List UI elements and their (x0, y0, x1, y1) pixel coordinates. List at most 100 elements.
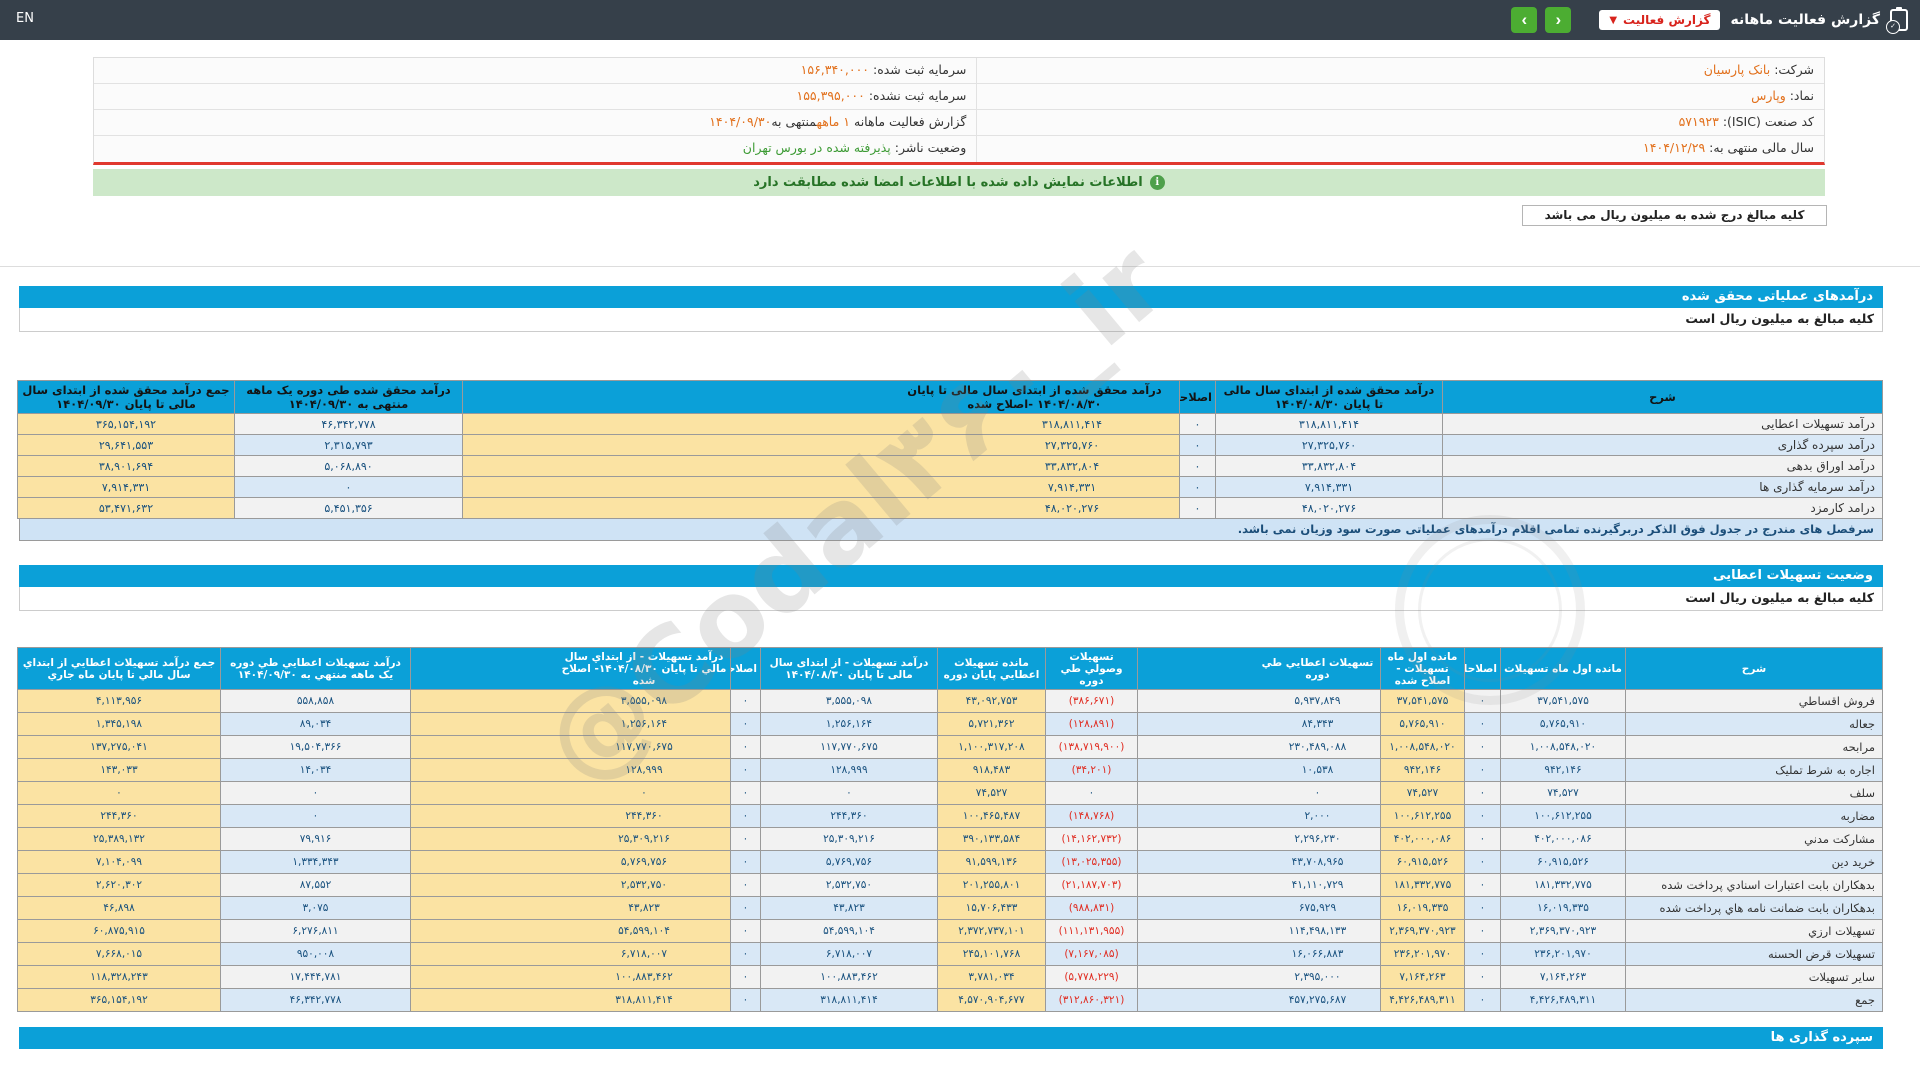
value-cell: ۱۲۸,۹۹۹ (411, 759, 731, 782)
value-cell: ۳۱۸,۸۱۱,۴۱۴ (463, 414, 1180, 435)
table-row: سایر تسهیلات۷,۱۶۴,۲۶۳۰۷,۱۶۴,۲۶۳۲,۳۹۵,۰۰۰… (18, 966, 1883, 989)
value-cell: ۰ (731, 782, 761, 805)
info-value: بانک پارسیان (1704, 62, 1771, 77)
prev-report-button[interactable]: ‹ (1545, 7, 1571, 33)
value-cell: ۲۳۰,۴۸۹,۰۸۸ (1138, 736, 1381, 759)
company-info-cell: سرمایه ثبت نشده: ۱۵۵,۳۹۵,۰۰۰ (94, 84, 976, 109)
column-header: درآمد تسهیلات - از ابتدای سال مالی تا پا… (761, 648, 938, 690)
value-cell: ۱۵,۷۰۶,۴۳۳ (938, 897, 1046, 920)
value-cell: ۵۳,۴۷۱,۶۳۲ (18, 498, 235, 519)
row-label: جعاله (1626, 713, 1883, 736)
value-cell: ۰ (731, 966, 761, 989)
value-cell: ۲,۳۶۹,۳۷۰,۹۲۳ (1381, 920, 1465, 943)
value-cell: ۷,۱۶۴,۲۶۳ (1381, 966, 1465, 989)
company-info-cell: سال مالی منتهی به: ۱۴۰۴/۱۲/۲۹ (976, 136, 1824, 162)
row-label: بدهکاران بابت اعتبارات اسنادي پرداخت شده (1626, 874, 1883, 897)
column-header: اصلاحات (1180, 381, 1216, 414)
value-cell: ۱۰۰,۴۶۵,۴۸۷ (938, 805, 1046, 828)
row-label: اجاره به شرط تملیک (1626, 759, 1883, 782)
value-cell: ۷۹,۹۱۶ (221, 828, 411, 851)
income-table: شرحدرآمد محقق شده از ابتدای سال مالی تا … (17, 380, 1883, 519)
row-label: بدهکاران بابت ضمانت نامه هاي پرداخت شده (1626, 897, 1883, 920)
language-toggle[interactable]: EN (16, 11, 34, 26)
value-cell: ۱۰۰,۸۸۳,۴۶۲ (411, 966, 731, 989)
row-label: سایر تسهیلات (1626, 966, 1883, 989)
value-cell: ۲,۵۳۲,۷۵۰ (761, 874, 938, 897)
value-cell: ۴۳,۸۲۳ (761, 897, 938, 920)
value-cell: ۱۷,۴۴۴,۷۸۱ (221, 966, 411, 989)
table-row: جمع۴,۴۲۶,۴۸۹,۳۱۱۰۴,۴۲۶,۴۸۹,۳۱۱۴۵۷,۲۷۵,۶۸… (18, 989, 1883, 1012)
info-icon: i (1150, 175, 1165, 190)
value-cell: ۰ (1465, 966, 1501, 989)
value-cell: ۴,۵۷۰,۹۰۴,۶۷۷ (938, 989, 1046, 1012)
value-cell: ۳۱۸,۸۱۱,۴۱۴ (761, 989, 938, 1012)
table-row: مضاربه۱۰۰,۶۱۲,۲۵۵۰۱۰۰,۶۱۲,۲۵۵۲,۰۰۰(۱۴۸,۷… (18, 805, 1883, 828)
value-cell: ۳,۵۵۵,۰۹۸ (411, 690, 731, 713)
section-header-income: درآمدهای عملیاتی محقق شده (19, 286, 1883, 308)
row-label: مضاربه (1626, 805, 1883, 828)
section-header-loans: وضعیت تسهیلات اعطایی (19, 565, 1883, 587)
value-cell: ۷۴,۵۲۷ (1381, 782, 1465, 805)
column-header: درآمد تسهیلات - از ابتداي سال مالي تا پا… (411, 648, 731, 690)
column-header: درآمد محقق شده از ابتدای سال مالی تا پای… (1216, 381, 1443, 414)
value-cell: ۲,۵۳۲,۷۵۰ (411, 874, 731, 897)
unit-note-box: کلیه مبالغ درج شده به میلیون ریال می باش… (1522, 205, 1827, 226)
value-cell: ۶,۲۷۶,۸۱۱ (221, 920, 411, 943)
value-cell: ۰ (1465, 897, 1501, 920)
info-label: سال مالی منتهی به: (1705, 140, 1814, 155)
value-cell: ۲۵,۳۰۹,۲۱۶ (761, 828, 938, 851)
value-cell: ۷,۹۱۴,۳۳۱ (463, 477, 1180, 498)
table-row: جعاله۵,۷۶۵,۹۱۰۰۵,۷۶۵,۹۱۰۸۴,۳۴۳(۱۲۸,۸۹۱)۵… (18, 713, 1883, 736)
next-report-button[interactable]: › (1511, 7, 1537, 33)
value-cell: ۱,۰۰۸,۵۴۸,۰۲۰ (1501, 736, 1626, 759)
value-cell: ۰ (731, 759, 761, 782)
column-header: مانده اول ماه تسهیلات (1501, 648, 1626, 690)
info-label: گزارش فعالیت ماهانه (850, 114, 966, 129)
value-cell: ۱,۰۰۸,۵۴۸,۰۲۰ (1381, 736, 1465, 759)
value-cell: ۰ (731, 851, 761, 874)
company-info-row: نماد: وپارسسرمایه ثبت نشده: ۱۵۵,۳۹۵,۰۰۰ (94, 84, 1824, 110)
value-cell: ۲,۲۹۶,۲۳۰ (1138, 828, 1381, 851)
value-cell: ۰ (221, 782, 411, 805)
table-row: سلف۷۴,۵۲۷۰۷۴,۵۲۷۰۰۷۴,۵۲۷۰۰۰۰۰ (18, 782, 1883, 805)
value-cell: ۵۴,۵۹۹,۱۰۴ (411, 920, 731, 943)
row-label: درآمد اوراق بدهی (1443, 456, 1883, 477)
value-cell: ۰ (731, 989, 761, 1012)
value-cell: ۰ (731, 920, 761, 943)
row-label: خرید دین (1626, 851, 1883, 874)
table-row: اجاره به شرط تملیک۹۴۲,۱۴۶۰۹۴۲,۱۴۶۱۰,۵۳۸(… (18, 759, 1883, 782)
value-cell: ۷,۱۰۴,۰۹۹ (18, 851, 221, 874)
chevron-down-icon: ▼ (1609, 15, 1617, 26)
value-cell: ۹۴۲,۱۴۶ (1381, 759, 1465, 782)
value-cell: ۰ (1465, 989, 1501, 1012)
value-cell: (۱۴,۱۶۲,۷۳۲) (1046, 828, 1138, 851)
row-label: فروش اقساطي (1626, 690, 1883, 713)
value-cell: ۲,۳۱۵,۷۹۳ (235, 435, 463, 456)
column-header: شرح (1443, 381, 1883, 414)
value-cell: ۳۹۰,۱۳۳,۵۸۴ (938, 828, 1046, 851)
company-info-row: کد صنعت (ISIC): ۵۷۱۹۲۳گزارش فعالیت ماهان… (94, 110, 1824, 136)
value-cell: ۰ (1180, 456, 1216, 477)
value-cell: ۵,۹۳۷,۸۴۹ (1138, 690, 1381, 713)
value-cell: ۴۶,۳۴۲,۷۷۸ (221, 989, 411, 1012)
info-value: وپارس (1751, 88, 1786, 103)
report-type-dropdown[interactable]: گزارش فعالیت ▼ (1599, 10, 1720, 30)
row-label: سلف (1626, 782, 1883, 805)
value-cell: ۲,۳۷۲,۷۳۷,۱۰۱ (938, 920, 1046, 943)
company-info-cell: وضعیت ناشر: پذیرفته شده در بورس تهران (94, 136, 976, 162)
value-cell: ۵,۴۵۱,۳۵۶ (235, 498, 463, 519)
report-type-dropdown-label: گزارش فعالیت (1623, 13, 1710, 27)
column-header: درآمد محقق شده از ابتدای سال مالی تا پای… (463, 381, 1180, 414)
value-cell: ۹۵۰,۰۰۸ (221, 943, 411, 966)
value-cell: ۵,۷۶۵,۹۱۰ (1381, 713, 1465, 736)
table-row: درآمد تسهیلات اعطایی۳۱۸,۸۱۱,۴۱۴۰۳۱۸,۸۱۱,… (18, 414, 1883, 435)
value-cell: ۱,۳۳۴,۳۴۳ (221, 851, 411, 874)
table-row: بدهکاران بابت ضمانت نامه هاي پرداخت شده ۱… (18, 897, 1883, 920)
column-header: تسهیلات وصولي طي دوره (1046, 648, 1138, 690)
table-row: درآمد سپرده گذاری۲۷,۳۲۵,۷۶۰۰۲۷,۳۲۵,۷۶۰۲,… (18, 435, 1883, 456)
value-cell: ۸۹,۰۳۴ (221, 713, 411, 736)
value-cell: ۴۶,۳۴۲,۷۷۸ (235, 414, 463, 435)
info-label: سرمایه ثبت شده: (869, 62, 966, 77)
table-row: خرید دین۶۰,۹۱۵,۵۲۶۰۶۰,۹۱۵,۵۲۶۴۳,۷۰۸,۹۶۵(… (18, 851, 1883, 874)
row-label: درآمد سپرده گذاری (1443, 435, 1883, 456)
